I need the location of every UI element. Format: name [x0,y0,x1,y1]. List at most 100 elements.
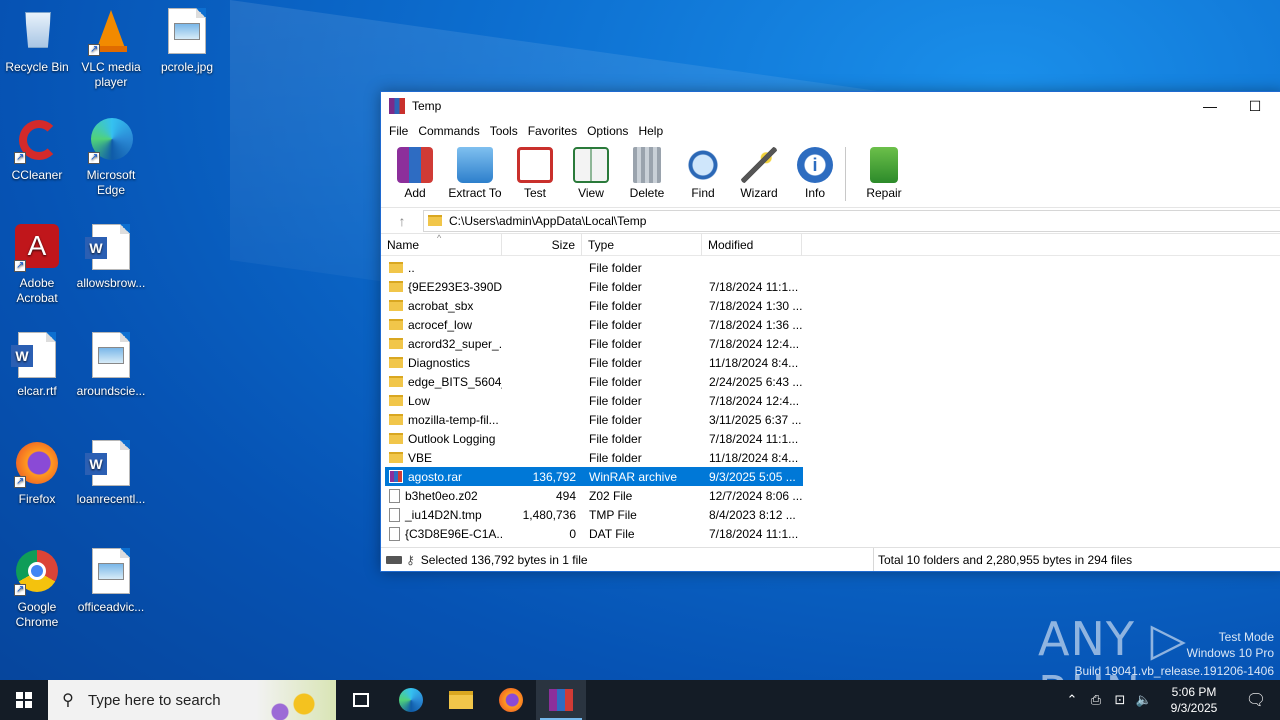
file-name: acrobat_sbx [408,298,474,313]
taskbar-firefox[interactable] [486,680,536,720]
ccleaner-icon [13,116,61,165]
cell-name: Low [385,394,502,408]
taskbar-search[interactable]: ⚲ Type here to search [48,680,336,720]
desktop-icon-firefox[interactable]: Firefox [0,440,74,507]
desktop-icon-ccleaner[interactable]: CCleaner [0,116,74,183]
file-row[interactable]: acrobat_sbx File folder 7/18/2024 1:30 ... [385,296,803,315]
up-arrow-icon[interactable]: ↑ [381,213,423,229]
file-row[interactable]: VBE File folder 11/18/2024 8:4... [385,448,803,467]
recycle-bin-icon [13,8,61,56]
cell-type: TMP File [589,507,637,522]
file-name: Outlook Logging [408,431,496,446]
minimize-button[interactable]: — [1187,92,1233,120]
file-name: acrocef_low [408,317,473,332]
file-row[interactable]: edge_BITS_5604_... File folder 2/24/2025 6… [385,372,803,391]
taskbar-file-explorer[interactable] [436,680,486,720]
file-row[interactable]: b3het0eo.z02 494 Z02 File 12/7/2024 8:06 ..… [385,486,803,505]
edge-icon [87,116,135,165]
desktop-icon-loanrecentl[interactable]: W loanrecentl... [74,440,148,507]
taskbar-winrar[interactable] [536,680,586,720]
add-button[interactable]: Add [387,147,443,200]
desktop-icon-acrobat[interactable]: A Adobe Acrobat [0,224,74,306]
file-row[interactable]: {C3D8E96E-C1A... 0 DAT File 7/18/2024 11:1.… [385,524,803,543]
image-file-icon [87,548,135,596]
column-type[interactable]: Type [582,233,702,256]
cell-type: DAT File [589,526,635,541]
desktop-icon-vlc[interactable]: VLC media player [74,8,148,90]
volume-icon[interactable]: 🔈 [1132,692,1156,708]
cell-modified: 7/18/2024 12:4... [709,393,800,408]
menu-file[interactable]: File [384,124,413,138]
folder-icon [389,338,403,349]
file-row[interactable]: mozilla-temp-fil... File folder 3/11/2025 … [385,410,803,429]
address-bar: ↑ C:\Users\admin\AppData\Local\Temp [381,208,1280,234]
system-tray: ⌃ ⎙ ⊡ 🔈 5:06 PM 9/3/2025 🗨 [1060,680,1280,720]
winrar-app-icon [389,98,405,114]
extract-to-button[interactable]: Extract To [443,147,507,200]
list-header: Name ^ Size Type Modified [381,233,1280,256]
toolbar: Add Extract To Test View Delete Find Wiz… [381,142,1280,208]
firefox-icon [13,440,61,489]
find-button[interactable]: Find [675,147,731,200]
menu-options[interactable]: Options [582,124,633,138]
cell-modified: 7/18/2024 12:4... [709,336,800,351]
cell-name: {C3D8E96E-C1A... [385,526,502,541]
desktop-icon-allowsbrow[interactable]: W allowsbrow... [74,224,148,291]
desktop-icon-pcrole[interactable]: pcrole.jpg [150,8,224,75]
column-modified[interactable]: Modified [702,233,802,256]
column-size[interactable]: Size [502,233,582,256]
taskbar-edge[interactable] [386,680,436,720]
file-row[interactable]: .. File folder [385,258,803,277]
cell-modified: 2/24/2025 6:43 ... [709,374,802,389]
desktop-icon-recycle-bin[interactable]: Recycle Bin [0,8,74,75]
file-row[interactable]: agosto.rar 136,792 WinRAR archive 9/3/2025 … [385,467,803,486]
menu-favorites[interactable]: Favorites [523,124,582,138]
file-name: _iu14D2N.tmp [405,507,482,522]
menu-help[interactable]: Help [633,124,668,138]
find-magnifier-icon [685,147,721,183]
file-name: VBE [408,450,433,465]
desktop-icon-officeadvic[interactable]: officeadvic... [74,548,148,615]
window-title: Temp [412,99,442,113]
chevron-up-icon[interactable]: ⌃ [1060,692,1084,708]
repair-button[interactable]: Repair [856,147,912,200]
file-row[interactable]: Diagnostics File folder 11/18/2024 8:4... [385,353,803,372]
network-drive-icon[interactable]: ⎙ [1084,692,1108,708]
column-name[interactable]: Name ^ [381,233,502,256]
file-row[interactable]: Outlook Logging File folder 7/18/2024 11:1… [385,429,803,448]
file-row[interactable]: {9EE293E3-390D... File folder 7/18/2024 11… [385,277,803,296]
cell-name: acrocef_low [385,318,502,332]
test-button[interactable]: Test [507,147,563,200]
view-button[interactable]: View [563,147,619,200]
maximize-button[interactable]: ☐ [1232,92,1278,120]
delete-button[interactable]: Delete [619,147,675,200]
desktop-icon-edge[interactable]: Microsoft Edge [74,116,148,198]
desktop-icon-aroundscie[interactable]: aroundscie... [74,332,148,399]
cell-name: acrobat_sbx [385,299,502,313]
shortcut-arrow-icon [14,582,26,597]
start-button[interactable] [0,680,48,720]
info-button[interactable]: i Info [787,147,843,200]
desktop-icon-chrome[interactable]: Google Chrome [0,548,74,630]
wizard-button[interactable]: Wizard [731,147,787,200]
status-bar: ⚷ Selected 136,792 bytes in 1 file Total… [381,547,1280,571]
extract-folder-icon [457,147,493,183]
desktop-icon-elcar[interactable]: W elcar.rtf [0,332,74,399]
file-row[interactable]: _iu14D2N.tmp 1,480,736 TMP File 8/4/2023 8:… [385,505,803,524]
file-row[interactable]: acrord32_super_... File folder 7/18/2024 1… [385,334,803,353]
folder-icon [389,357,403,368]
clock[interactable]: 5:06 PM 9/3/2025 [1156,684,1232,716]
cell-modified: 7/18/2024 1:30 ... [709,298,802,313]
notification-icon[interactable]: 🗨 [1232,690,1280,710]
file-row[interactable]: Low File folder 7/18/2024 12:4... [385,391,803,410]
minimize-icon: — [1203,98,1217,114]
menu-tools[interactable]: Tools [485,124,523,138]
search-icon: ⚲ [62,692,74,709]
task-view-button[interactable] [336,680,386,720]
path-field[interactable]: C:\Users\admin\AppData\Local\Temp [423,209,1280,232]
cell-type: File folder [589,355,642,370]
file-row[interactable]: acrocef_low File folder 7/18/2024 1:36 ... [385,315,803,334]
network-icon[interactable]: ⊡ [1108,692,1132,708]
title-bar[interactable]: Temp [381,92,1280,120]
menu-commands[interactable]: Commands [413,124,484,138]
